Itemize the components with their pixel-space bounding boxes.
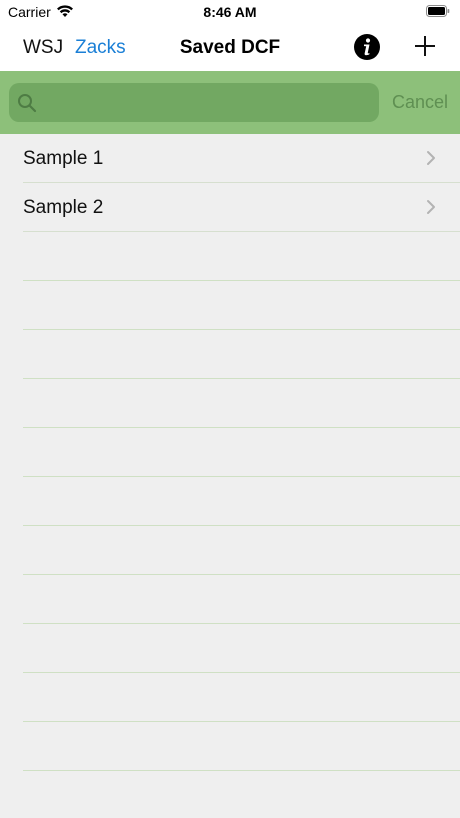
list-item[interactable]: Sample 2 [23,183,460,232]
empty-row-divider [23,330,460,379]
empty-row-divider [23,379,460,428]
status-time: 8:46 AM [203,4,257,20]
plus-icon[interactable] [413,34,437,58]
empty-row-divider [23,477,460,526]
empty-row-divider [23,575,460,624]
saved-dcf-list: Sample 1 Sample 2 [0,134,460,818]
search-input[interactable] [45,83,375,124]
battery-icon [426,5,450,17]
empty-row-divider [23,722,460,771]
chevron-right-icon [427,200,435,214]
empty-row-divider [23,673,460,722]
empty-row-divider [23,428,460,477]
list-item[interactable]: Sample 1 [23,134,460,183]
navigation-bar: WSJ Zacks Saved DCF [0,24,460,71]
list-item-label: Sample 1 [23,148,104,169]
page-title: Saved DCF [179,37,281,58]
status-bar: Carrier 8:46 AM [0,0,460,24]
empty-row-divider [23,526,460,575]
empty-row-divider [23,624,460,673]
chevron-right-icon [427,151,435,165]
empty-row-divider [23,232,460,281]
list-item-label: Sample 2 [23,197,104,218]
search-icon [18,94,37,113]
info-icon[interactable] [353,33,381,61]
search-field[interactable] [9,83,379,124]
app-screen: Carrier 8:46 AM WSJ Zacks Saved DCF Canc… [0,0,460,818]
empty-row-divider [23,771,460,818]
empty-row-divider [23,281,460,330]
cancel-button[interactable]: Cancel [392,92,448,113]
search-bar: Cancel [0,71,460,134]
